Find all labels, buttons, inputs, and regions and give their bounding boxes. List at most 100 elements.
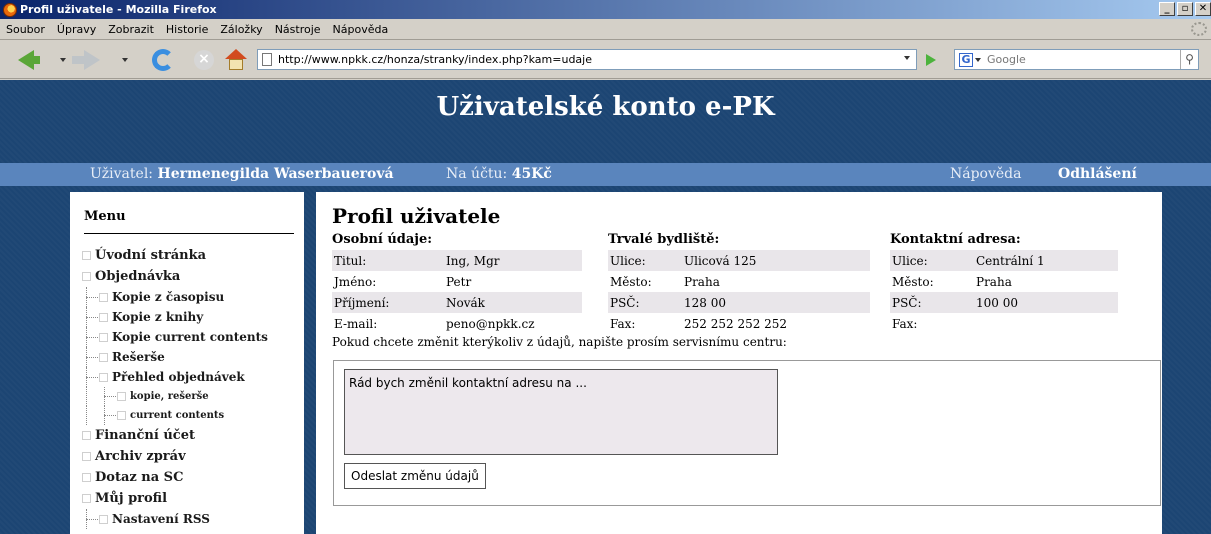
- tree-node-icon: [82, 494, 91, 503]
- menu-item-label: Kopie current contents: [112, 330, 268, 344]
- menu-item-label: Přehled objednávek: [112, 370, 245, 384]
- sidebar-menu: Menu Úvodní stránka Objednávka Kopie z č…: [70, 192, 304, 534]
- menu-item-archiv-zprav[interactable]: Archiv zpráv: [82, 446, 268, 467]
- personal-row: Příjmení: Novák: [332, 292, 582, 313]
- personal-row: Titul: Ing, Mgr: [332, 250, 582, 271]
- close-icon[interactable]: ✕: [1195, 2, 1211, 16]
- window-controls: _ ▫ ✕: [1159, 2, 1211, 16]
- home-icon[interactable]: [225, 48, 247, 71]
- google-engine-icon[interactable]: G: [959, 52, 973, 67]
- menu-tree: Úvodní stránka Objednávka Kopie z časopi…: [82, 245, 268, 529]
- menu-item-label: current contents: [130, 410, 225, 421]
- minimize-icon[interactable]: _: [1159, 2, 1175, 16]
- menu-item-label: Dotaz na SC: [95, 470, 184, 485]
- stop-icon[interactable]: ×: [194, 49, 214, 70]
- field-label: Město:: [610, 274, 652, 289]
- reload-icon[interactable]: [152, 48, 174, 71]
- firefox-logo-icon: [3, 2, 17, 17]
- menu-item-uvodni-stranka[interactable]: Úvodní stránka: [82, 245, 268, 266]
- field-label: PSČ:: [610, 295, 640, 310]
- menu-item-kopie-z-knihy[interactable]: Kopie z knihy: [82, 307, 268, 327]
- engine-dropdown-icon[interactable]: [975, 57, 981, 62]
- menu-bar: Soubor Úpravy Zobrazit Historie Záložky …: [0, 19, 1211, 40]
- field-label: Příjmení:: [334, 295, 390, 310]
- field-label: Fax:: [610, 316, 636, 331]
- menu-napoveda[interactable]: Nápověda: [327, 23, 395, 36]
- field-value: peno@npkk.cz: [446, 316, 535, 331]
- menu-historie[interactable]: Historie: [160, 23, 214, 36]
- field-label: PSČ:: [892, 295, 922, 310]
- user-bar: Uživatel: Hermenegilda Waserbauerová Na …: [0, 163, 1211, 186]
- search-placeholder: Google: [987, 53, 1026, 66]
- message-textarea[interactable]: Rád bych změnil kontaktní adresu na ...: [344, 369, 778, 455]
- page-body: Uživatelské konto e-PK Uživatel: Hermene…: [0, 80, 1211, 534]
- logout-link[interactable]: Odhlášení: [1058, 166, 1137, 182]
- account-balance: 45Kč: [511, 166, 552, 182]
- field-label: Ulice:: [610, 253, 646, 268]
- address-dropdown-icon[interactable]: [904, 56, 910, 60]
- field-value: Ulicová 125: [684, 253, 757, 268]
- contact-address-group: Kontaktní adresa: Ulice: Centrální 1 Měst…: [890, 232, 1118, 334]
- search-icon[interactable]: ⚲: [1180, 50, 1198, 69]
- tree-node-icon: [117, 392, 126, 401]
- menu-item-current-contents[interactable]: current contents: [82, 406, 268, 425]
- back-arrow-icon[interactable]: [18, 49, 40, 70]
- tree-node-icon: [82, 251, 91, 260]
- window-title: Profil uživatele - Mozilla Firefox: [20, 3, 217, 16]
- back-history-chevron-icon[interactable]: [60, 57, 66, 62]
- field-label: Město:: [892, 274, 934, 289]
- contact-row: PSČ: 100 00: [890, 292, 1118, 313]
- menu-item-muj-profil[interactable]: Můj profil: [82, 488, 268, 509]
- go-arrow-icon[interactable]: [926, 54, 936, 66]
- address-bar[interactable]: http://www.npkk.cz/honza/stranky/index.p…: [257, 49, 917, 70]
- menu-item-label: Kopie z knihy: [112, 310, 204, 324]
- personal-data-group: Osobní údaje: Titul: Ing, Mgr Jméno: Petr …: [332, 232, 582, 334]
- menu-soubor[interactable]: Soubor: [0, 23, 51, 36]
- field-value: Centrální 1: [976, 253, 1045, 268]
- forward-history-chevron-icon[interactable]: [122, 57, 128, 62]
- menu-item-dotaz-na-sc[interactable]: Dotaz na SC: [82, 467, 268, 488]
- field-value: 100 00: [976, 295, 1018, 310]
- tree-node-icon: [99, 332, 108, 342]
- permanent-row: PSČ: 128 00: [608, 292, 870, 313]
- menu-upravy[interactable]: Úpravy: [51, 23, 102, 36]
- field-label: Fax:: [892, 316, 918, 331]
- permanent-row: Město: Praha: [608, 271, 870, 292]
- menu-item-nastaveni-rss[interactable]: Nastavení RSS: [82, 509, 268, 529]
- tree-node-icon: [99, 292, 108, 302]
- menu-item-kopie-reserse[interactable]: kopie, rešerše: [82, 387, 268, 406]
- tree-node-icon: [99, 514, 108, 524]
- user-info: Uživatel: Hermenegilda Waserbauerová: [90, 166, 394, 182]
- field-label: Jméno:: [334, 274, 377, 289]
- menu-nastroje[interactable]: Nástroje: [269, 23, 327, 36]
- contact-row: Ulice: Centrální 1: [890, 250, 1118, 271]
- menu-item-prehled-objednavek[interactable]: Přehled objednávek: [82, 367, 268, 387]
- tree-node-icon: [117, 411, 126, 420]
- field-value: 252 252 252 252: [684, 316, 788, 331]
- account-label: Na účtu:: [446, 166, 508, 182]
- menu-zalozky[interactable]: Záložky: [214, 23, 268, 36]
- menu-item-objednavka[interactable]: Objednávka: [82, 266, 268, 287]
- maximize-icon[interactable]: ▫: [1177, 2, 1193, 16]
- permanent-row: Ulice: Ulicová 125: [608, 250, 870, 271]
- menu-zobrazit[interactable]: Zobrazit: [102, 23, 160, 36]
- menu-item-kopie-current-contents[interactable]: Kopie current contents: [82, 327, 268, 347]
- help-link[interactable]: Nápověda: [950, 166, 1022, 182]
- forward-arrow-icon[interactable]: [72, 49, 100, 70]
- menu-item-reserse[interactable]: Rešerše: [82, 347, 268, 367]
- menu-item-label: Finanční účet: [95, 428, 195, 443]
- menu-item-financni-ucet[interactable]: Finanční účet: [82, 425, 268, 446]
- tree-node-icon: [82, 473, 91, 482]
- address-url: http://www.npkk.cz/honza/stranky/index.p…: [278, 53, 592, 66]
- send-changes-button[interactable]: Odeslat změnu údajů: [344, 463, 486, 489]
- menu-heading: Menu: [84, 209, 294, 234]
- personal-row: E-mail: peno@npkk.cz: [332, 313, 582, 334]
- menu-item-label: kopie, rešerše: [130, 391, 209, 402]
- menu-item-label: Objednávka: [95, 269, 181, 284]
- contact-row: Fax:: [890, 313, 1118, 334]
- menu-item-kopie-z-casopisu[interactable]: Kopie z časopisu: [82, 287, 268, 307]
- field-value: 128 00: [684, 295, 726, 310]
- menu-item-label: Kopie z časopisu: [112, 290, 225, 304]
- search-box[interactable]: G Google ⚲: [954, 49, 1199, 70]
- page-icon: [262, 53, 272, 66]
